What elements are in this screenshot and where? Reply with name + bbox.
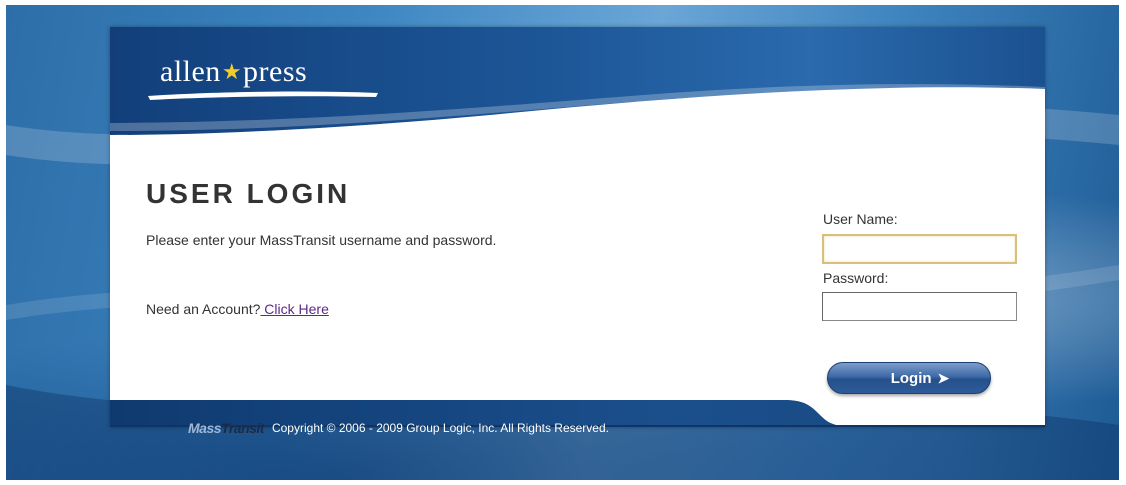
click-here-link[interactable]: Click Here	[260, 301, 329, 317]
login-button[interactable]: Login ➤	[827, 362, 991, 394]
footer: MassTransit Copyright © 2006 - 2009 Grou…	[188, 420, 609, 436]
masstransit-logo: MassTransit	[188, 420, 264, 436]
password-label: Password:	[823, 270, 889, 286]
logo-text-left: allen	[160, 55, 221, 88]
arrow-right-icon: ➤	[937, 369, 950, 386]
password-input[interactable]	[822, 292, 1017, 321]
logo-text-right: press	[243, 55, 308, 88]
logo-underline	[148, 91, 378, 100]
logo-mass-text: Mass	[188, 420, 222, 436]
star-icon: ★	[221, 59, 243, 84]
login-instructions: Please enter your MassTransit username a…	[146, 232, 497, 248]
need-account-text: Need an Account? Click Here	[146, 301, 329, 317]
login-button-label: Login	[890, 369, 932, 387]
username-input[interactable]	[822, 234, 1017, 264]
need-account-label: Need an Account?	[146, 301, 261, 317]
username-label: User Name:	[823, 211, 898, 227]
allen-press-logo: allen★press	[160, 55, 307, 89]
copyright-text: Copyright © 2006 - 2009 Group Logic, Inc…	[271, 421, 609, 435]
page-title: USER LOGIN	[146, 178, 351, 209]
logo-transit-text: Transit	[221, 420, 264, 436]
